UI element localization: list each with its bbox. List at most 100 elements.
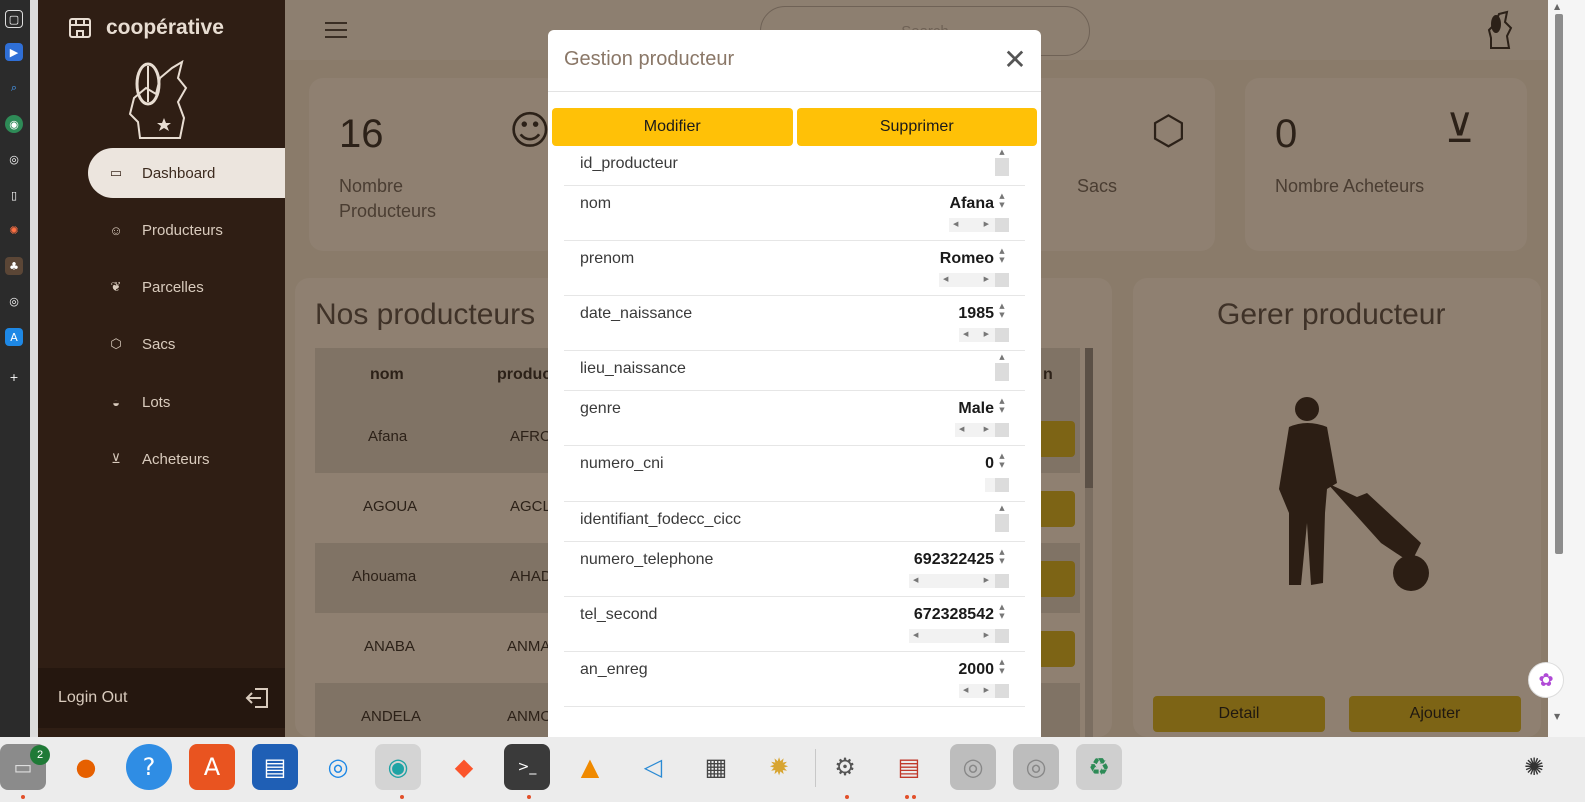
field-an-enreg[interactable]: an_enreg 2000 ▲ ▼ ◀ ▶ xyxy=(564,652,1025,707)
delete-button[interactable]: Supprimer xyxy=(796,108,1037,146)
field-value[interactable]: 692322425 xyxy=(914,551,994,569)
close-icon[interactable]: ✕ xyxy=(1000,46,1030,76)
add-icon[interactable]: + xyxy=(5,368,23,386)
spinner-icon[interactable]: ▲▼ xyxy=(995,603,1009,625)
document-viewer-icon[interactable]: ▤ xyxy=(886,744,932,790)
app-store-icon[interactable]: A xyxy=(189,744,235,790)
field-hscrollbar[interactable] xyxy=(985,478,1009,492)
profile-avatar-icon[interactable] xyxy=(1485,10,1515,50)
cell-code: AGCL xyxy=(510,498,551,515)
disk-icon[interactable]: ◎ xyxy=(950,744,996,790)
sidebar-item-sacs[interactable]: ⬡ Sacs xyxy=(88,319,285,369)
spinner-icon[interactable]: ▲▼ xyxy=(995,302,1009,324)
edge-icon[interactable]: ◉ xyxy=(375,744,421,790)
chrome-like-icon[interactable]: ◎ xyxy=(5,150,23,168)
menu-toggle-icon[interactable] xyxy=(325,22,347,38)
field-hscrollbar[interactable]: ◀ ▶ xyxy=(939,273,1009,287)
sidebar-item-parcelles[interactable]: ❦ Parcelles xyxy=(88,262,285,312)
sidebar-item-acheteurs[interactable]: ⊻ Acheteurs xyxy=(88,434,285,484)
trash-icon[interactable]: ♻ xyxy=(1076,744,1122,790)
cell-nom: AGOUA xyxy=(363,498,418,515)
spinner-icon[interactable]: ▲▼ xyxy=(995,452,1009,474)
text-editor-icon[interactable]: ▤ xyxy=(252,744,298,790)
vlc-icon[interactable]: ▲ xyxy=(567,744,613,790)
field-value[interactable]: 672328542 xyxy=(914,606,994,624)
disk-icon[interactable]: ◎ xyxy=(1013,744,1059,790)
help-icon[interactable]: ? xyxy=(126,744,172,790)
settings-icon[interactable]: ⚙ xyxy=(822,744,868,790)
row-action-button[interactable] xyxy=(1035,631,1075,667)
vscode-icon[interactable]: ◁ xyxy=(630,744,676,790)
scroll-down-icon[interactable]: ▼ xyxy=(1554,712,1560,721)
pufferfish-icon[interactable]: ✹ xyxy=(756,744,802,790)
show-apps-icon[interactable]: ✺ xyxy=(1511,744,1557,790)
cell-nom: ANABA xyxy=(364,638,415,655)
translate-icon[interactable]: A xyxy=(5,328,23,346)
field-genre[interactable]: genre Male ▲ ▼ ◀ ▶ xyxy=(564,391,1025,446)
field-hscrollbar[interactable]: ◀ ▶ xyxy=(949,218,1009,232)
field-hscrollbar[interactable]: ◀ ▶ xyxy=(959,684,1009,698)
firefox-icon[interactable]: ● xyxy=(63,744,109,790)
scrollbar-thumb[interactable] xyxy=(1555,14,1563,554)
cooperative-app-icon[interactable]: ♣ xyxy=(5,257,23,275)
field-label: genre xyxy=(580,400,621,417)
chromium-icon[interactable]: ◎ xyxy=(315,744,361,790)
brave-icon[interactable]: ◆ xyxy=(441,744,487,790)
whatsapp-icon[interactable]: ◉ xyxy=(5,115,23,133)
scrollbar-thumb[interactable] xyxy=(1085,348,1093,488)
claude-icon[interactable]: ✺ xyxy=(5,221,23,239)
clipboard-icon[interactable]: ▦ xyxy=(693,744,739,790)
field-scrollbar[interactable] xyxy=(995,514,1009,532)
openai-icon[interactable]: ◎ xyxy=(5,292,23,310)
field-hscrollbar[interactable]: ◀ ▶ xyxy=(909,574,1009,588)
table-scrollbar[interactable] xyxy=(1085,348,1093,737)
field-numero-cni[interactable]: numero_cni 0 ▲ ▼ xyxy=(564,446,1025,502)
files-icon[interactable]: ▭ 2 xyxy=(0,744,50,790)
field-value[interactable]: 0 xyxy=(985,455,994,473)
assistant-brain-icon[interactable]: ✿ xyxy=(1528,662,1564,698)
field-value[interactable]: Male xyxy=(958,400,994,418)
search-icon[interactable]: ⌕ xyxy=(5,79,23,97)
field-scrollbar[interactable] xyxy=(995,363,1009,381)
field-value[interactable]: 1985 xyxy=(958,305,994,323)
user-icon: ☺ xyxy=(509,108,551,154)
add-button[interactable]: Ajouter xyxy=(1349,696,1521,732)
spinner-icon[interactable]: ▲▼ xyxy=(995,548,1009,570)
field-value[interactable]: Afana xyxy=(950,195,994,213)
spinner-icon[interactable]: ▲▼ xyxy=(995,247,1009,269)
sidebar-item-producteurs[interactable]: ☺ Producteurs xyxy=(88,205,285,255)
field-hscrollbar[interactable]: ◀ ▶ xyxy=(959,328,1009,342)
row-action-button[interactable] xyxy=(1035,491,1075,527)
running-indicator xyxy=(21,795,25,799)
field-value[interactable]: 2000 xyxy=(958,661,994,679)
spinner-icon[interactable]: ▲▼ xyxy=(995,192,1009,214)
field-hscrollbar[interactable]: ◀ ▶ xyxy=(909,629,1009,643)
detail-button[interactable]: Detail xyxy=(1153,696,1325,732)
play-icon[interactable]: ▶ xyxy=(5,43,23,61)
spinner-icon[interactable]: ▲▼ xyxy=(995,397,1009,419)
logout-button[interactable]: Login Out xyxy=(38,668,285,728)
modify-button[interactable]: Modifier xyxy=(552,108,793,146)
field-prenom[interactable]: prenom Romeo ▲ ▼ ◀ ▶ xyxy=(564,241,1025,296)
page-scrollbar[interactable]: ▲ ▼ xyxy=(1548,0,1585,737)
field-scrollbar[interactable] xyxy=(995,158,1009,176)
scroll-up-icon[interactable]: ▲ xyxy=(1554,2,1560,11)
window-icon[interactable]: ▢ xyxy=(5,10,23,28)
field-identifiant-fodecc-cicc[interactable]: identifiant_fodecc_cicc ▲▼ xyxy=(564,502,1025,542)
field-nom[interactable]: nom Afana ▲ ▼ ◀ ▶ xyxy=(564,186,1025,241)
sidebar-item-dashboard[interactable]: ▭ Dashboard xyxy=(88,148,285,198)
field-date-naissance[interactable]: date_naissance 1985 ▲ ▼ ◀ ▶ xyxy=(564,296,1025,351)
field-hscrollbar[interactable]: ◀ ▶ xyxy=(955,423,1009,437)
sidebar-item-lots[interactable]: ◒ Lots xyxy=(88,377,285,427)
field-label: an_enreg xyxy=(580,661,648,678)
field-lieu-naissance[interactable]: lieu_naissance ▲▼ xyxy=(564,351,1025,391)
field-numero-telephone[interactable]: numero_telephone 692322425 ▲ ▼ ◀ ▶ xyxy=(564,542,1025,597)
terminal-icon[interactable]: >_ xyxy=(504,744,550,790)
producer-fields: id_producteur ▲▼ nom Afana ▲▼ ◀▶ prenom … xyxy=(564,146,1025,707)
spinner-icon[interactable]: ▲▼ xyxy=(995,658,1009,680)
field-tel-second[interactable]: tel_second 672328542 ▲ ▼ ◀ ▶ xyxy=(564,597,1025,652)
row-action-button[interactable] xyxy=(1035,561,1075,597)
field-value[interactable]: Romeo xyxy=(940,250,994,268)
row-action-button[interactable] xyxy=(1035,421,1075,457)
document-icon[interactable]: ▯ xyxy=(5,186,23,204)
